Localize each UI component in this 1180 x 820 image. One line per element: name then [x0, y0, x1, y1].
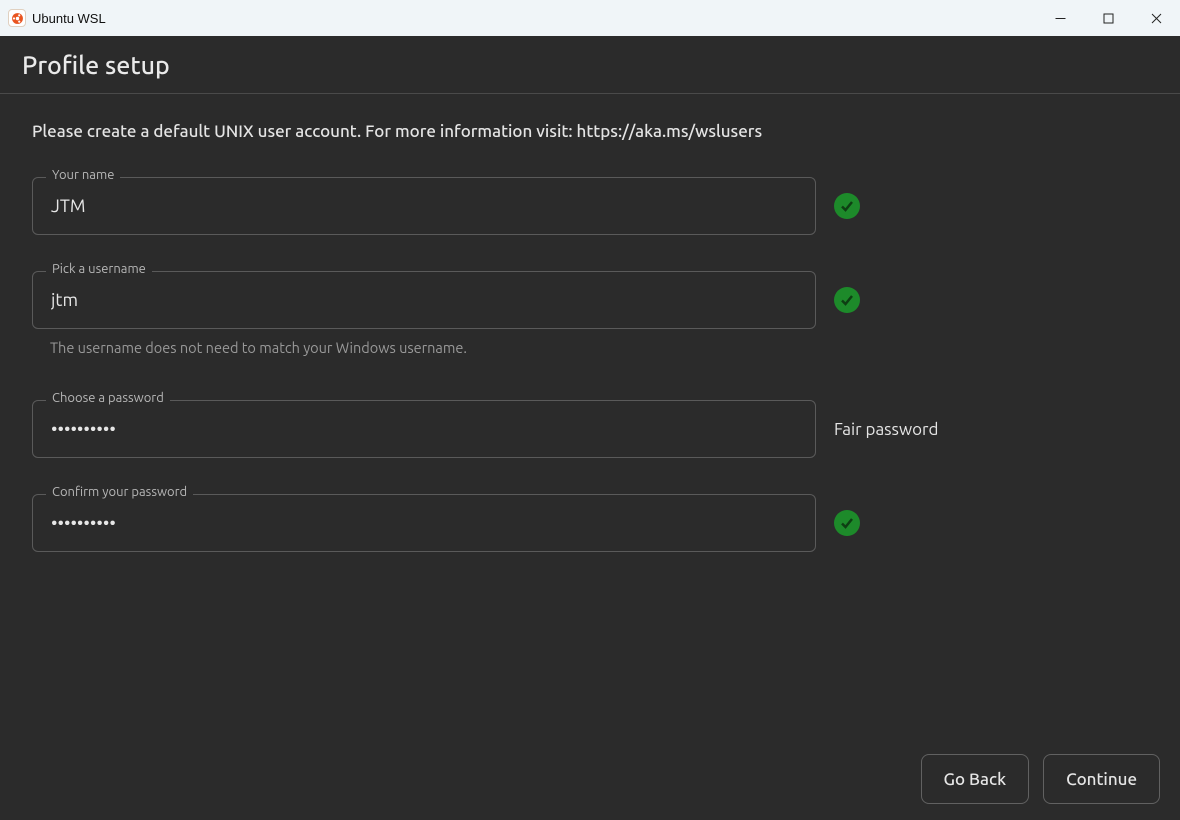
field-row-username: Pick a username [32, 271, 1148, 329]
go-back-button[interactable]: Go Back [921, 754, 1030, 804]
app-icon [8, 9, 26, 27]
page-header: Profile setup [0, 36, 1180, 94]
field-wrap-confirm: Confirm your password [32, 494, 816, 552]
checkmark-icon [834, 193, 860, 219]
close-button[interactable] [1132, 0, 1180, 36]
field-wrap-password: Choose a password [32, 400, 816, 458]
checkmark-icon [834, 287, 860, 313]
field-wrap-username: Pick a username [32, 271, 816, 329]
window-title: Ubuntu WSL [32, 11, 106, 26]
username-input[interactable] [32, 271, 816, 329]
confirm-input[interactable] [32, 494, 816, 552]
field-row-password: Choose a password Fair password [32, 400, 1148, 458]
form-area: Please create a default UNIX user accoun… [0, 94, 1180, 820]
password-strength-text: Fair password [834, 420, 938, 439]
password-label: Choose a password [46, 391, 170, 405]
titlebar: Ubuntu WSL [0, 0, 1180, 36]
password-input[interactable] [32, 400, 816, 458]
minimize-button[interactable] [1036, 0, 1084, 36]
continue-button[interactable]: Continue [1043, 754, 1160, 804]
username-label: Pick a username [46, 262, 152, 276]
field-row-confirm: Confirm your password [32, 494, 1148, 552]
footer: Go Back Continue [921, 754, 1161, 804]
name-label: Your name [46, 168, 120, 182]
window-controls [1036, 0, 1180, 36]
name-input[interactable] [32, 177, 816, 235]
page-title: Profile setup [22, 51, 170, 79]
maximize-button[interactable] [1084, 0, 1132, 36]
checkmark-icon [834, 510, 860, 536]
content: Profile setup Please create a default UN… [0, 36, 1180, 820]
field-row-name: Your name [32, 177, 1148, 235]
titlebar-left: Ubuntu WSL [8, 9, 106, 27]
field-wrap-name: Your name [32, 177, 816, 235]
intro-text: Please create a default UNIX user accoun… [32, 122, 1148, 141]
confirm-label: Confirm your password [46, 485, 193, 499]
username-helper: The username does not need to match your… [32, 339, 1148, 356]
